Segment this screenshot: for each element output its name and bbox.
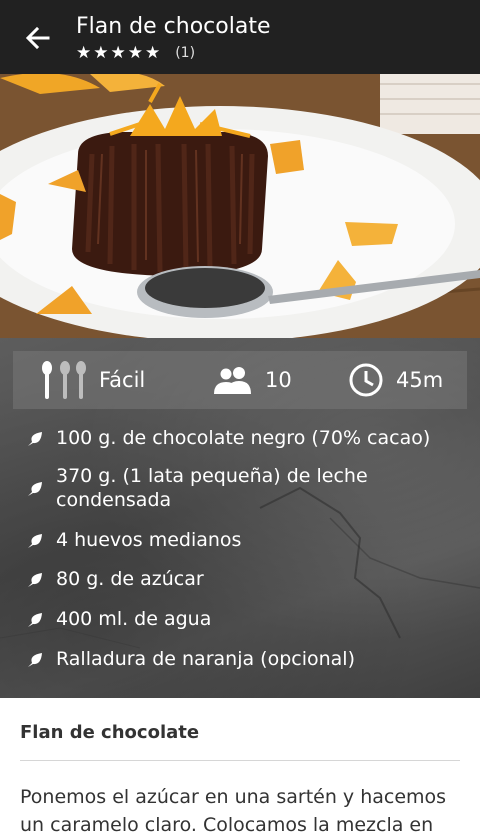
divider [20,760,460,761]
leaf-icon [28,534,42,548]
utensils-icon [42,361,86,399]
app-bar: Flan de chocolate ★★★★★ (1) [0,0,480,74]
people-icon [214,367,251,394]
servings-count: 10 [265,368,292,392]
rating-stars: ★★★★★ [76,43,163,63]
servings: 10 [173,351,318,409]
page-title: Flan de chocolate [76,14,271,39]
leaf-icon [28,613,42,627]
ingredient-item: 400 ml. de agua [26,607,456,631]
recipe-photo [0,74,480,338]
leaf-icon [28,432,42,446]
prep-time: 45m [318,351,467,409]
leaf-icon [28,653,42,667]
ingredient-item: 100 g. de chocolate negro (70% cacao) [26,426,456,450]
time-label: 45m [396,368,444,392]
ingredient-item: 370 g. (1 lata pequeña) de leche condens… [26,464,456,512]
description-title: Flan de chocolate [20,722,200,743]
ingredients-panel: Fácil 10 45m 100 g. de chocolate negro (… [0,338,480,698]
rating-count: (1) [175,45,196,61]
ingredient-item: 4 huevos medianos [26,528,456,552]
leaf-icon [28,482,42,496]
ingredient-item: Ralladura de naranja (opcional) [26,647,456,671]
clock-icon [349,363,383,397]
difficulty: Fácil [13,351,173,409]
ingredient-item: 80 g. de azúcar [26,567,456,591]
leaf-icon [28,573,42,587]
back-arrow-icon[interactable] [22,22,54,54]
description-text: Ponemos el azúcar en una sartén y hacemo… [20,786,447,836]
recipe-info-bar: Fácil 10 45m [13,351,467,409]
rating: ★★★★★ (1) [76,43,195,63]
difficulty-label: Fácil [99,368,146,392]
